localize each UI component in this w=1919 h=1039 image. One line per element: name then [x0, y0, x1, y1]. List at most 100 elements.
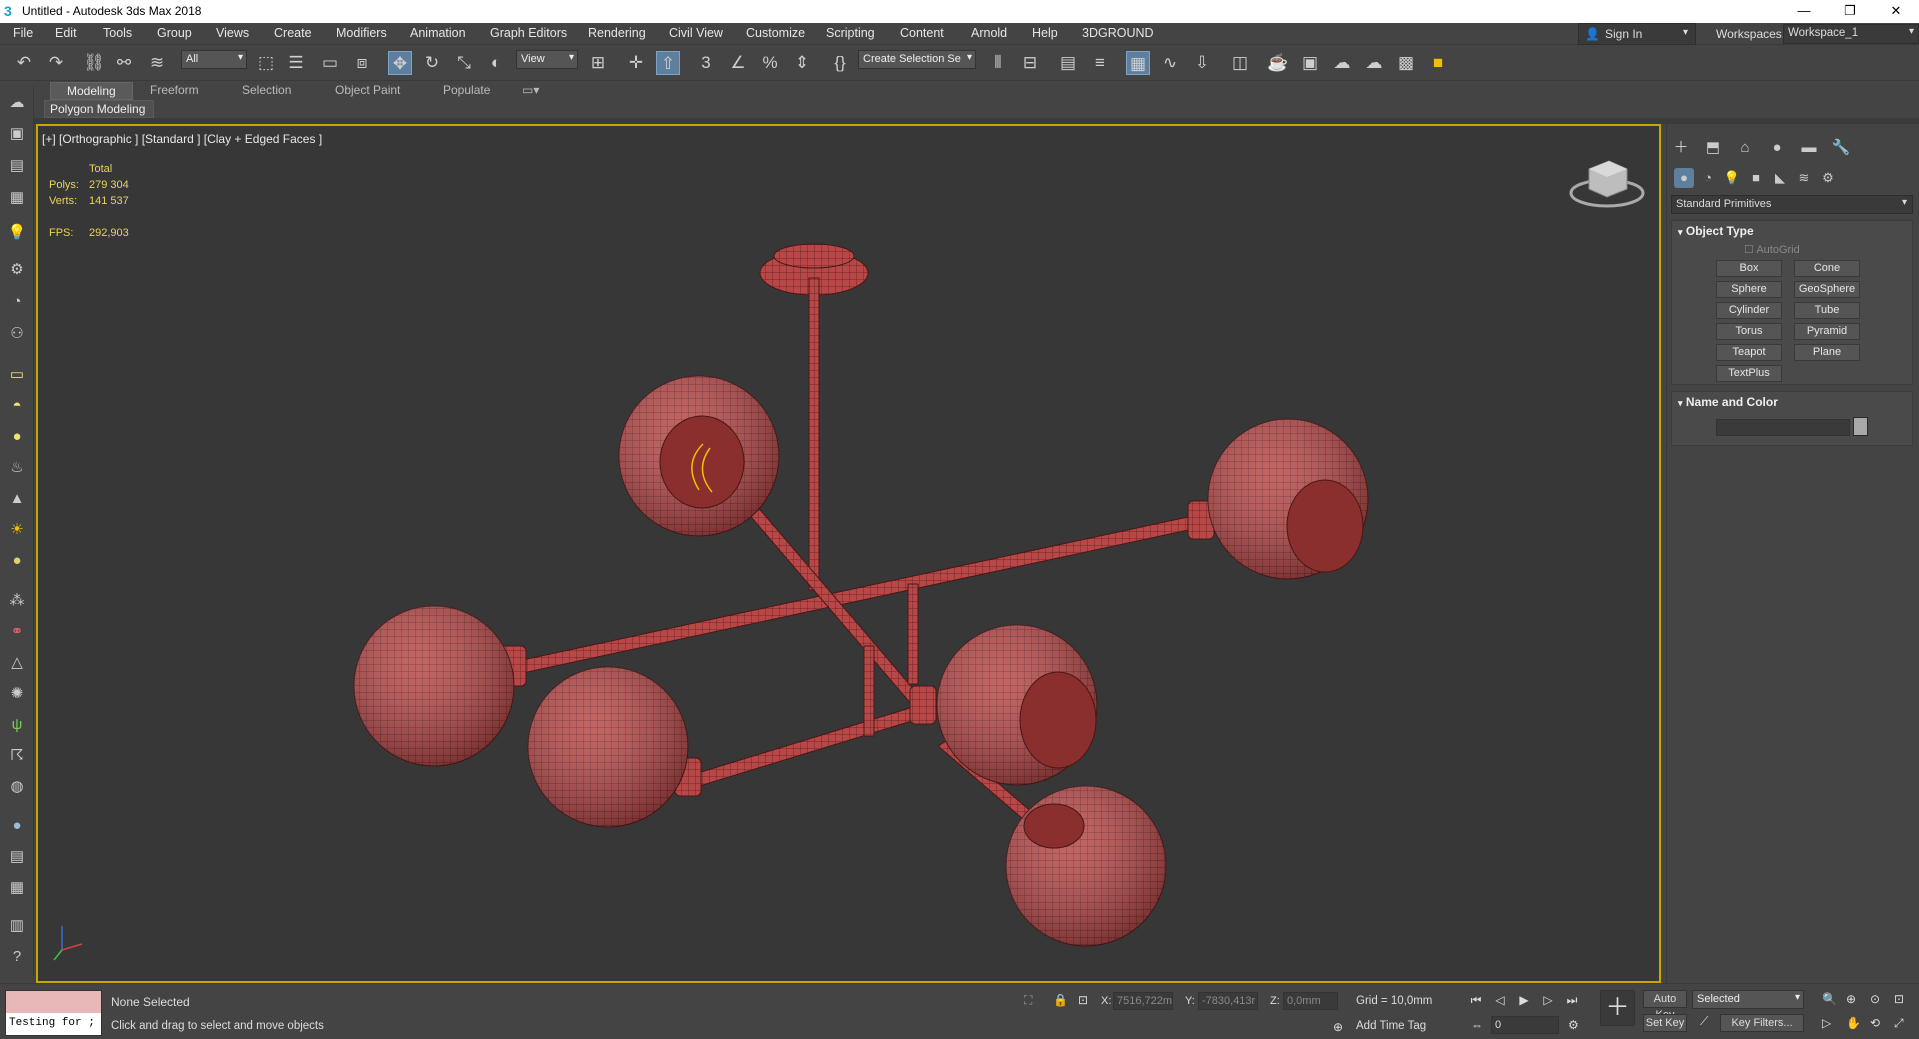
key-mode-icon[interactable]: ⇔ — [1471, 1018, 1483, 1032]
maximize-viewport-icon[interactable]: ⤢ — [1894, 1016, 1904, 1031]
helpers-icon[interactable]: ◣ — [1770, 168, 1790, 188]
menu-customize[interactable]: Customize — [746, 26, 805, 40]
box-button[interactable]: Box — [1716, 260, 1782, 277]
pivot-center-icon[interactable]: ⊞ — [586, 51, 610, 75]
set-key-button[interactable]: Set Key — [1643, 1014, 1687, 1032]
next-frame-icon[interactable]: ▷ — [1538, 990, 1558, 1010]
teapot-icon[interactable]: ♨ — [6, 457, 28, 479]
render-setup-icon[interactable]: ☕ — [1266, 51, 1290, 75]
previous-frame-icon[interactable]: ◁ — [1490, 990, 1510, 1010]
align-icon[interactable]: ⊟ — [1018, 51, 1042, 75]
globe-icon[interactable]: ● — [6, 815, 28, 837]
create-icon[interactable]: ▣ — [6, 123, 28, 145]
maxscript-input[interactable]: Testing for ; — [6, 1013, 101, 1035]
window-crossing-icon[interactable]: ⧈ — [350, 51, 374, 75]
motion-icon[interactable]: ⚇ — [6, 323, 28, 345]
material-editor-icon[interactable]: ◫ — [1228, 51, 1252, 75]
spinner-snap-icon[interactable]: ⇕ — [790, 51, 814, 75]
y-coordinate-input[interactable]: -7830,413r — [1198, 992, 1258, 1010]
set-key-icon[interactable]: ＋ — [1600, 990, 1635, 1026]
object-name-input[interactable] — [1716, 419, 1850, 436]
menu-group[interactable]: Group — [157, 26, 192, 40]
menu-scripting[interactable]: Scripting — [826, 26, 875, 40]
selection-lock-icon[interactable]: 🔒 — [1053, 993, 1068, 1007]
viewport[interactable] — [36, 124, 1661, 983]
redo-icon[interactable]: ↷ — [44, 51, 68, 75]
tab-modeling[interactable]: Modeling — [50, 82, 133, 100]
systems-icon[interactable]: ⚙ — [1818, 168, 1838, 188]
gear-icon[interactable]: ✺ — [6, 683, 28, 705]
edit-named-selection-icon[interactable]: {} — [828, 51, 852, 75]
render-gallery-icon[interactable]: ▩ — [1394, 51, 1418, 75]
object-type-header[interactable]: ▾ Object Type — [1678, 224, 1754, 238]
angle-snap-icon[interactable]: ∠ — [726, 51, 750, 75]
menu-rendering[interactable]: Rendering — [588, 26, 646, 40]
help-icon[interactable]: ? — [6, 946, 28, 968]
autogrid-checkbox[interactable]: ☐ AutoGrid — [1744, 243, 1800, 256]
motion-tab-icon[interactable]: ● — [1766, 137, 1788, 159]
select-place-icon[interactable]: ◐ — [484, 51, 508, 75]
zoom-extents-icon[interactable]: ⊙ — [1870, 992, 1880, 1006]
reference-coordinate-select[interactable]: View — [516, 50, 578, 69]
menu-create[interactable]: Create — [274, 26, 312, 40]
default-tangent-icon[interactable]: ⟋ — [1700, 1014, 1708, 1029]
key-filters-button[interactable]: Key Filters... — [1720, 1014, 1804, 1032]
pages-icon[interactable]: ▥ — [6, 915, 28, 937]
textplus-button[interactable]: TextPlus — [1716, 365, 1782, 382]
close-icon[interactable]: ✕ — [1873, 0, 1919, 23]
tab-selection[interactable]: Selection — [242, 82, 291, 100]
pyramid-button[interactable]: Pyramid — [1794, 323, 1860, 340]
time-config-icon[interactable]: ⚙ — [1568, 1018, 1579, 1032]
hf-icon[interactable]: ☈ — [6, 745, 28, 767]
menu-modifiers[interactable]: Modifiers — [336, 26, 387, 40]
primitive-category-select[interactable]: Standard Primitives — [1671, 195, 1913, 214]
dome-icon[interactable]: ◓ — [6, 395, 28, 417]
image-icon[interactable]: ▦ — [6, 877, 28, 899]
menu-civil-view[interactable]: Civil View — [669, 26, 723, 40]
current-frame-input[interactable]: 0 — [1491, 1016, 1559, 1034]
ribbon-options-icon[interactable]: ▭▾ — [522, 82, 539, 100]
time-tag-icon[interactable]: ⊕ — [1333, 1020, 1343, 1034]
named-selection-set-select[interactable]: Create Selection Se — [858, 50, 976, 69]
pan-icon[interactable]: ✋ — [1846, 1016, 1861, 1030]
create-tab-icon[interactable]: ＋ — [1670, 137, 1692, 159]
menu-graph-editors[interactable]: Graph Editors — [490, 26, 567, 40]
menu-3dground[interactable]: 3DGROUND — [1082, 26, 1154, 40]
orbit-icon[interactable]: ⟲ — [1870, 1016, 1880, 1030]
menu-edit[interactable]: Edit — [55, 26, 77, 40]
menu-help[interactable]: Help — [1032, 26, 1058, 40]
tube-button[interactable]: Tube — [1794, 302, 1860, 319]
rendered-frame-window-icon[interactable]: ▣ — [1298, 51, 1322, 75]
name-and-color-header[interactable]: ▾ Name and Color — [1678, 395, 1778, 409]
sphere-icon[interactable]: ● — [6, 426, 28, 448]
absolute-mode-icon[interactable]: ⊡ — [1078, 993, 1088, 1007]
select-by-name-icon[interactable]: ☰ — [284, 51, 308, 75]
field-of-view-icon[interactable]: ▷ — [1822, 1016, 1831, 1030]
go-to-start-icon[interactable]: ⏮ — [1466, 990, 1486, 1010]
select-manipulate-icon[interactable]: ✛ — [624, 51, 648, 75]
keyboard-shortcut-override-icon[interactable]: ⇧ — [656, 51, 680, 75]
maxscript-output[interactable] — [6, 991, 101, 1013]
plane-button[interactable]: Plane — [1794, 344, 1860, 361]
menu-views[interactable]: Views — [216, 26, 249, 40]
scene-icon[interactable]: ▤ — [6, 846, 28, 868]
shapes-icon[interactable]: ◔ — [1698, 168, 1718, 188]
cg-icon[interactable]: ◍ — [6, 776, 28, 798]
display-tab-icon[interactable]: ▬ — [1798, 137, 1820, 159]
z-coordinate-input[interactable]: 0,0mm — [1283, 992, 1338, 1010]
light-icon[interactable]: 💡 — [6, 222, 28, 244]
select-move-icon[interactable]: ✥ — [388, 51, 412, 75]
undo-icon[interactable]: ↶ — [12, 51, 36, 75]
plane-icon[interactable]: ▭ — [6, 364, 28, 386]
zoom-all-icon[interactable]: ⊕ — [1846, 992, 1856, 1006]
cone-icon[interactable]: ▲ — [6, 488, 28, 510]
mirror-icon[interactable]: ⫴ — [986, 51, 1010, 75]
select-object-icon[interactable]: ⬚ — [254, 51, 278, 75]
modifier-icon[interactable]: ⚙ — [6, 259, 28, 281]
play-icon[interactable]: ▶ — [1514, 990, 1534, 1010]
lights-icon[interactable]: 💡 — [1722, 168, 1742, 188]
layer-explorer-icon[interactable]: ≡ — [1088, 51, 1112, 75]
workspace-select[interactable]: Workspace_1 ▾ — [1783, 24, 1919, 44]
sign-in-dropdown[interactable]: 👤 Sign In ▾ — [1578, 23, 1696, 45]
menu-animation[interactable]: Animation — [410, 26, 466, 40]
